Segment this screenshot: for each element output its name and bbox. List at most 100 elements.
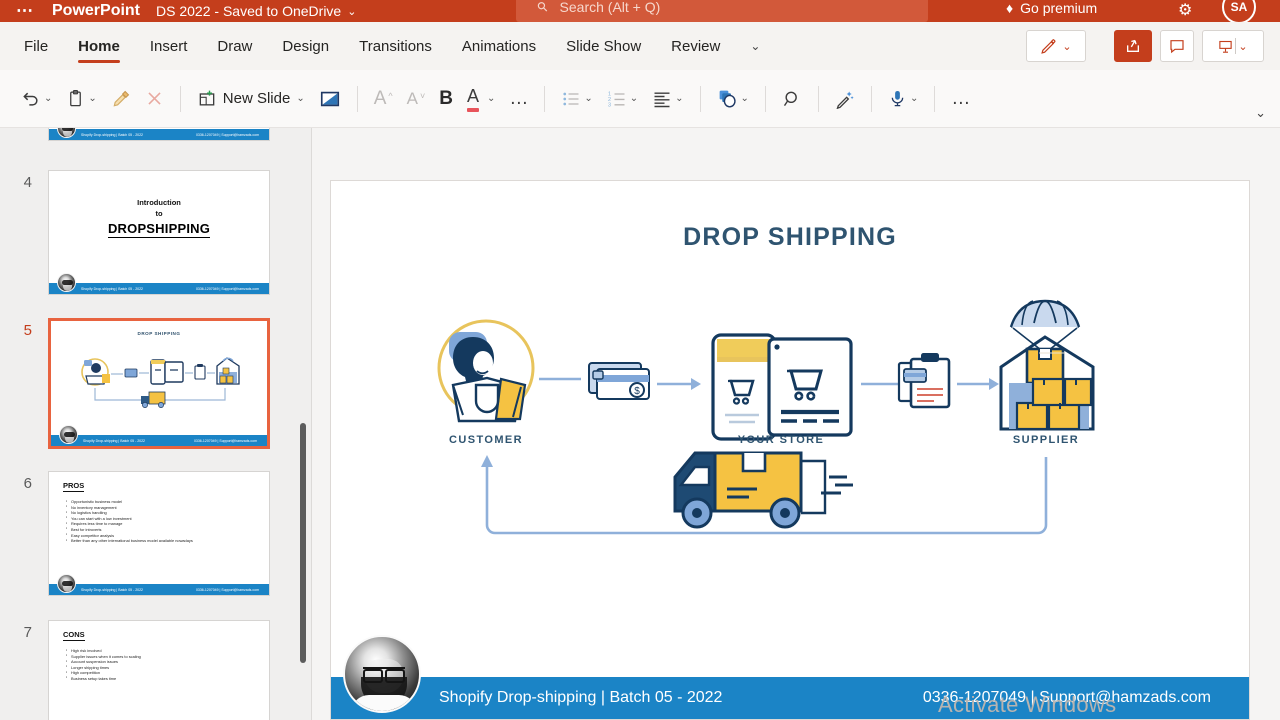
font-color-button[interactable]: A ⌄ — [460, 82, 502, 116]
pen-tools-button[interactable]: ⌄ — [1026, 30, 1086, 62]
drop-shipping-flow-diagram[interactable]: CUSTOMER $ YOUR STORE SUPPLIER — [391, 291, 1191, 621]
collapse-ribbon-chevron-icon[interactable]: ⌄ — [1255, 105, 1266, 121]
font-color-chevron-icon[interactable]: ⌄ — [487, 93, 495, 104]
slide-title[interactable]: DROP SHIPPING — [331, 223, 1249, 252]
undo-button[interactable]: ⌄ — [14, 82, 59, 116]
file-name-label[interactable]: DS 2022 - Saved to OneDrive — [156, 3, 341, 19]
new-slide-button[interactable]: New Slide ⌄ — [190, 82, 312, 116]
thumbnail-footer: Shopify Drop-shipping | Batch 05 - 2022 … — [51, 435, 267, 446]
tab-home[interactable]: Home — [78, 22, 120, 70]
tab-review[interactable]: Review — [671, 22, 720, 70]
shapes-icon — [719, 90, 736, 108]
new-slide-label: New Slide — [222, 90, 291, 107]
thumbnail-3[interactable]: 3 Shopify Drop-shipping | Batch 05 - 202… — [0, 128, 270, 141]
thumbnail-6[interactable]: 6 PROS Opportunistic business model No i… — [0, 471, 270, 596]
more-font-options-button[interactable]: … — [502, 82, 535, 116]
thumbnail-canvas: DROP SHIPPING Shopify Drop-shipping | Ba… — [48, 318, 270, 449]
tab-label: Animations — [461, 37, 537, 55]
paste-button[interactable]: ⌄ — [59, 82, 103, 116]
tab-animations[interactable]: Animations — [462, 22, 536, 70]
file-menu-chevron-icon[interactable]: ⌄ — [347, 5, 356, 18]
tab-insert[interactable]: Insert — [150, 22, 188, 70]
intro-line-3: DROPSHIPPING — [107, 221, 211, 238]
format-painter-button[interactable] — [104, 82, 138, 116]
align-button[interactable]: ⌄ — [645, 82, 690, 116]
list-item: Better than any other international busi… — [66, 538, 269, 544]
bullets-button[interactable]: ⌄ — [554, 82, 599, 116]
thumbnail-canvas: PROS Opportunistic business model No inv… — [48, 471, 270, 596]
footer-left-text: Shopify Drop-shipping | Batch 05 - 2022 — [81, 587, 144, 592]
store-illustration — [711, 333, 853, 441]
app-launcher-icon[interactable]: ⋯ — [16, 2, 34, 19]
ribbon-right-actions: ⌄ ⌄ — [1026, 30, 1280, 62]
dictate-chevron-icon[interactable]: ⌄ — [910, 93, 918, 104]
grow-font-button[interactable]: A ^ — [367, 82, 400, 116]
customer-illustration — [437, 319, 535, 423]
thumbnail-7[interactable]: 7 CONS High risk involved Supplier issue… — [0, 620, 270, 720]
undo-icon — [23, 92, 38, 106]
search-input[interactable]: Search (Alt + Q) — [560, 0, 661, 15]
current-slide[interactable]: DROP SHIPPING CUSTOMER $ YOUR STORE SUPP… — [330, 180, 1250, 720]
numbering-button[interactable]: 1 2 3 ⌄ — [600, 82, 645, 116]
thumbnail-4[interactable]: 4 Introduction to DROPSHIPPING Shopify D… — [0, 170, 270, 295]
divider — [870, 85, 872, 112]
search-box[interactable]: ⚲ Search (Alt + Q) — [516, 0, 928, 22]
more-toolbar-options-button[interactable]: … — [944, 82, 977, 116]
tab-label: Slide Show — [566, 37, 642, 55]
avatar[interactable]: SA — [1222, 0, 1256, 22]
svg-text:3: 3 — [608, 102, 611, 108]
tab-transitions[interactable]: Transitions — [359, 22, 432, 70]
gear-icon[interactable]: ⚙ — [1178, 0, 1192, 20]
footer-right-text: 0336-1207049 | Support@hamzads.com — [195, 286, 259, 291]
comments-button[interactable] — [1160, 30, 1194, 62]
delivery-truck-icon — [673, 451, 853, 529]
bullets-chevron-icon[interactable]: ⌄ — [584, 93, 592, 104]
shrink-font-button[interactable]: A ˅ — [400, 82, 433, 116]
tab-design[interactable]: Design — [282, 22, 329, 70]
go-premium-button[interactable]: ♦ Go premium — [1006, 0, 1097, 16]
format-painter-icon — [113, 90, 129, 106]
divider — [356, 85, 358, 112]
svg-text:$: $ — [634, 386, 640, 397]
bullet-list-icon — [563, 92, 579, 105]
ellipsis-icon: … — [509, 87, 529, 109]
shapes-button[interactable]: ⌄ — [710, 82, 756, 116]
search-icon: ⚲ — [533, 0, 552, 16]
divider — [1235, 38, 1237, 54]
node-label-your-store: YOUR STORE — [738, 434, 825, 446]
avatar-glasses — [363, 667, 405, 683]
panel-scrollbar[interactable] — [300, 423, 306, 663]
share-button[interactable] — [1114, 30, 1152, 62]
footer-left-text: Shopify Drop-shipping | Batch 05 - 2022 — [81, 132, 144, 137]
tab-slide-show[interactable]: Slide Show — [566, 22, 641, 70]
tab-draw[interactable]: Draw — [217, 22, 252, 70]
numbering-chevron-icon[interactable]: ⌄ — [630, 93, 638, 104]
clear-formatting-button[interactable] — [138, 82, 171, 116]
font-color-label: A — [466, 85, 479, 106]
comment-icon — [1170, 40, 1184, 54]
thumbnail-content: Introduction to DROPSHIPPING — [49, 171, 269, 238]
tab-label: Draw — [217, 37, 253, 55]
tab-file[interactable]: File — [24, 22, 48, 70]
paste-icon — [70, 89, 82, 107]
present-button[interactable]: ⌄ — [1202, 30, 1264, 62]
slide-layout-button[interactable] — [312, 82, 348, 116]
paste-chevron-icon[interactable]: ⌄ — [88, 93, 96, 104]
new-slide-chevron-icon[interactable]: ⌄ — [296, 93, 304, 104]
thumbnail-footer: Shopify Drop-shipping | Batch 05 - 2022 … — [49, 283, 269, 294]
thumbnail-5[interactable]: 5 DROP SHIPPING Shopify Drop-shipping | … — [0, 318, 270, 449]
thumbnail-title: CONS — [63, 630, 85, 641]
slide-thumbnail-panel[interactable]: 3 Shopify Drop-shipping | Batch 05 - 202… — [0, 128, 312, 720]
dictate-button[interactable]: ⌄ — [881, 82, 925, 116]
footer-right-text: 0336-1207049 | Support@hamzads.com — [195, 587, 259, 592]
shapes-chevron-icon[interactable]: ⌄ — [741, 93, 749, 104]
tab-label: Insert — [149, 37, 188, 55]
ribbon-overflow-chevron-icon[interactable]: ⌄ — [750, 39, 760, 53]
designer-button[interactable] — [828, 82, 862, 116]
undo-chevron-icon[interactable]: ⌄ — [44, 93, 52, 104]
designer-icon — [836, 91, 854, 109]
thumbnail-canvas: Shopify Drop-shipping | Batch 05 - 2022 … — [48, 128, 270, 141]
bold-button[interactable]: B — [432, 82, 460, 116]
find-button[interactable] — [775, 82, 809, 116]
align-chevron-icon[interactable]: ⌄ — [675, 93, 683, 104]
